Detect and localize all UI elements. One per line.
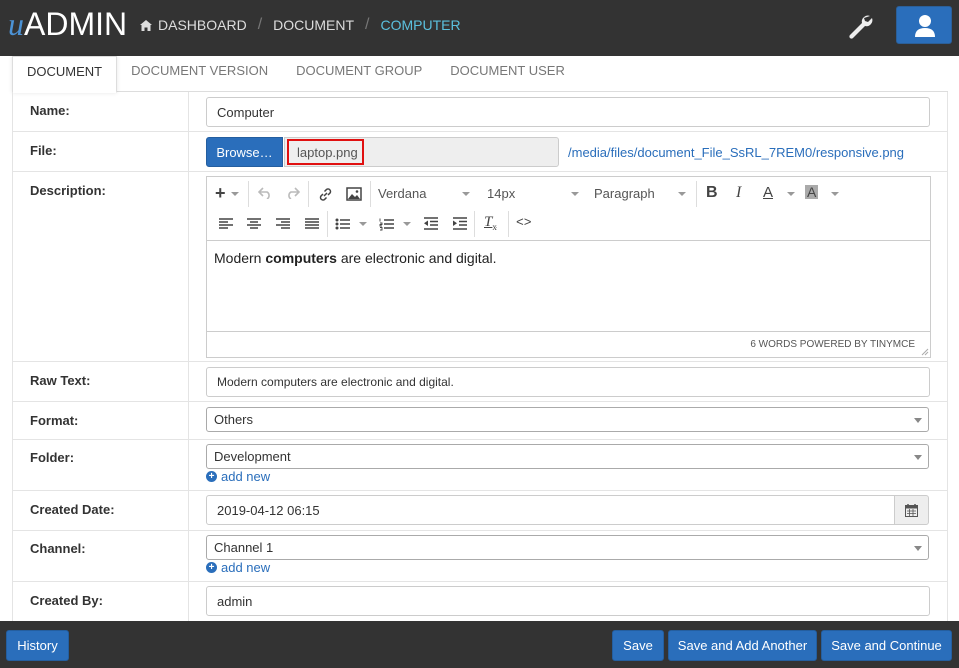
- home-icon: [140, 19, 152, 31]
- link-icon[interactable]: [318, 187, 333, 202]
- logo[interactable]: uADMIN: [8, 6, 127, 43]
- tab-document-user[interactable]: DOCUMENT USER: [436, 56, 579, 90]
- breadcrumb-separator: /: [257, 16, 263, 33]
- breadcrumb-document[interactable]: DOCUMENT: [273, 17, 354, 33]
- chevron-down-icon: [914, 454, 922, 460]
- insert-icon[interactable]: +: [215, 183, 226, 204]
- description-label: Description:: [13, 172, 189, 361]
- calendar-button[interactable]: [894, 495, 929, 525]
- created-by-input[interactable]: admin: [206, 586, 930, 616]
- format-select-value: Others: [214, 412, 254, 427]
- outdent-icon[interactable]: [423, 217, 439, 231]
- align-left-icon[interactable]: [218, 217, 234, 231]
- italic-icon[interactable]: I: [736, 184, 741, 202]
- editor-statusbar: 6 WORDS POWERED BY TINYMCE: [207, 331, 930, 357]
- redo-icon[interactable]: [286, 187, 300, 199]
- chevron-down-icon: [914, 545, 922, 551]
- editor-toolbar-row-1: + Verdana 14px Paragraph B I A A: [207, 178, 930, 209]
- folder-add-new-link[interactable]: + add new: [206, 469, 270, 484]
- user-icon: [915, 15, 935, 37]
- numbered-list-icon[interactable]: [379, 217, 395, 231]
- background-color-icon[interactable]: A: [805, 185, 819, 199]
- resize-handle-icon[interactable]: [920, 347, 929, 356]
- clear-formatting-icon[interactable]: Tx: [484, 214, 497, 232]
- wrench-icon[interactable]: [846, 12, 874, 40]
- undo-icon[interactable]: [258, 187, 272, 199]
- file-label: File:: [13, 132, 189, 171]
- save-button[interactable]: Save: [612, 630, 664, 661]
- history-button[interactable]: History: [6, 630, 69, 661]
- created-by-label: Created By:: [13, 582, 189, 621]
- footer-bar: History Save Save and Add Another Save a…: [0, 621, 959, 668]
- channel-select-value: Channel 1: [214, 540, 274, 555]
- indent-icon[interactable]: [452, 217, 468, 231]
- name-label: Name:: [13, 92, 189, 131]
- channel-label: Channel:: [13, 531, 189, 581]
- breadcrumb-computer: COMPUTER: [380, 17, 461, 33]
- channel-add-new-link[interactable]: + add new: [206, 560, 270, 575]
- file-link[interactable]: /media/files/document_File_SsRL_7REM0/re…: [568, 145, 904, 160]
- font-family-dropdown[interactable]: Verdana: [378, 186, 473, 201]
- bold-icon[interactable]: B: [706, 184, 718, 202]
- word-count-status: 6 WORDS POWERED BY TINYMCE: [750, 339, 915, 350]
- editor-toolbar-row-2: Tx <>: [207, 208, 930, 241]
- save-and-add-another-button[interactable]: Save and Add Another: [668, 630, 817, 661]
- text-color-icon[interactable]: A: [763, 184, 773, 201]
- bullet-list-icon[interactable]: [335, 217, 351, 231]
- tab-document-version[interactable]: DOCUMENT VERSION: [117, 56, 282, 90]
- tab-document-group[interactable]: DOCUMENT GROUP: [282, 56, 436, 90]
- raw-text-input[interactable]: Modern computers are electronic and digi…: [206, 367, 930, 397]
- tab-document[interactable]: DOCUMENT: [12, 56, 118, 93]
- file-name: laptop.png: [287, 139, 364, 165]
- tab-bar: DOCUMENT DOCUMENT VERSION DOCUMENT GROUP…: [12, 56, 948, 93]
- align-justify-icon[interactable]: [304, 217, 320, 231]
- user-menu-button[interactable]: [896, 6, 952, 44]
- format-select[interactable]: Others: [206, 407, 929, 432]
- format-label: Format:: [13, 402, 189, 439]
- align-center-icon[interactable]: [246, 217, 262, 231]
- breadcrumb-separator: /: [365, 16, 370, 33]
- align-right-icon[interactable]: [275, 217, 291, 231]
- raw-text-label: Raw Text:: [13, 362, 189, 401]
- font-size-dropdown[interactable]: 14px: [487, 186, 582, 201]
- source-code-icon[interactable]: <>: [516, 215, 532, 230]
- channel-select[interactable]: Channel 1: [206, 535, 929, 560]
- save-and-continue-button[interactable]: Save and Continue: [821, 630, 952, 661]
- plus-circle-icon: +: [206, 471, 217, 482]
- plus-circle-icon: +: [206, 562, 217, 573]
- created-date-label: Created Date:: [13, 491, 189, 530]
- breadcrumb: DASHBOARD / DOCUMENT / COMPUTER: [140, 16, 461, 34]
- block-format-dropdown[interactable]: Paragraph: [594, 186, 689, 201]
- folder-select-value: Development: [214, 449, 291, 464]
- top-navbar: uADMIN DASHBOARD / DOCUMENT / COMPUTER: [0, 0, 959, 56]
- created-date-input[interactable]: 2019-04-12 06:15: [206, 495, 896, 525]
- chevron-down-icon: [914, 417, 922, 423]
- folder-label: Folder:: [13, 440, 189, 490]
- folder-select[interactable]: Development: [206, 444, 929, 469]
- name-input[interactable]: Computer: [206, 97, 930, 127]
- rich-text-editor: + Verdana 14px Paragraph B I A A Tx <> M…: [206, 176, 931, 358]
- browse-button[interactable]: Browse…: [206, 137, 283, 167]
- editor-content[interactable]: Modern computers are electronic and digi…: [207, 242, 930, 331]
- calendar-icon: [905, 503, 918, 517]
- breadcrumb-dashboard[interactable]: DASHBOARD: [158, 17, 247, 33]
- image-icon[interactable]: [346, 187, 362, 201]
